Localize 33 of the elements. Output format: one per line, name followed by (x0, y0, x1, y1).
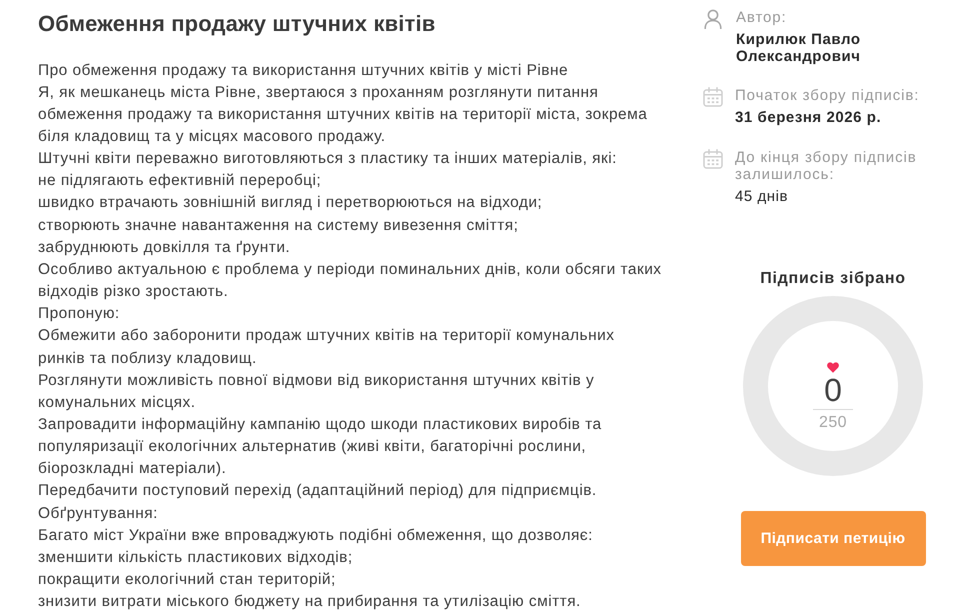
detail-value: 45 днів (735, 188, 788, 205)
petition-paragraph: Передбачити поступовий перехід (адаптаційний період) для підприємців. (38, 481, 598, 502)
petition-paragraph: зменшити кількість пластикових відходів; (38, 548, 354, 568)
person-icon (704, 9, 722, 29)
petition-paragraph: Про обмеження продажу та використання штучних квітів у місті Рівне (38, 60, 570, 80)
heart-icon (827, 362, 839, 372)
petition-paragraph: Обґрунтування: (38, 504, 159, 524)
petition-paragraph: Багато міст України вже впроваджують подібні обмеження, що дозволяє: (38, 526, 594, 546)
detail-label: Початок збору підписів: (735, 87, 920, 104)
petition-paragraph: покращити екологічний стан територій; (38, 570, 337, 590)
detail-label: До кінця збору підписів залишилось: (735, 148, 918, 182)
sign-petition-button[interactable]: Підписати петицію (740, 510, 926, 566)
petition-paragraph: Я, як мешканець міста Рівне, звертаюся з проханням розглянути питання обмеження продажу та використання штучних квітів на території міста, зокрема біля кладовищ та у місцях масового продажу. (38, 82, 648, 147)
petition-paragraph: Запровадити інформаційну кампанію щодо шкоди пластикових виробів та популяризації екологічних альтернатив (живі квіти, багаторічні рослини, біорозкладні матеріали). (38, 415, 603, 480)
petition-paragraph: швидко втрачають зовнішній вигляд і перетворюються на відходи; (38, 193, 544, 214)
petition-paragraph: не підлягають ефективній переробці; (38, 171, 322, 192)
calendar-icon (703, 148, 723, 168)
detail-value: Кирилюк Павло Олександрович (736, 32, 862, 65)
petition-paragraph: Розглянути можливість повної відмови від використання штучних квітів у комунальних місцях. (38, 370, 596, 413)
petition-paragraph: забруднюють довкілля та ґрунти. (38, 238, 292, 258)
petition-title: Обмеження продажу штучних квітів (38, 10, 436, 38)
detail-label: Автор: (736, 9, 787, 26)
signature-count: 0 (824, 374, 842, 404)
petition-paragraph: знизити витрати міського бюджету на прибирання та утилізацію сміття. (38, 592, 582, 612)
signatures-heading: Підписів зібрано (760, 268, 906, 288)
petition-paragraph: Пропоную: (38, 304, 121, 324)
calendar-icon (703, 87, 723, 107)
petition-paragraph: Штучні квіти переважно виготовляються з пластику та інших матеріалів, які: (38, 149, 618, 170)
petition-paragraph: створюють значне навантаження на систему вивезення сміття; (38, 216, 520, 236)
detail-value: 31 березня 2026 р. (735, 110, 882, 126)
petition-paragraph: Особливо актуальною є проблема у періоди поминальних днів, коли обсяги таких відходів різко зростають. (38, 260, 663, 302)
signature-goal: 250 (819, 412, 847, 432)
petition-paragraph: Обмежити або заборонити продаж штучних квітів на території комунальних ринків та поблизу кладовищ. (38, 326, 616, 369)
